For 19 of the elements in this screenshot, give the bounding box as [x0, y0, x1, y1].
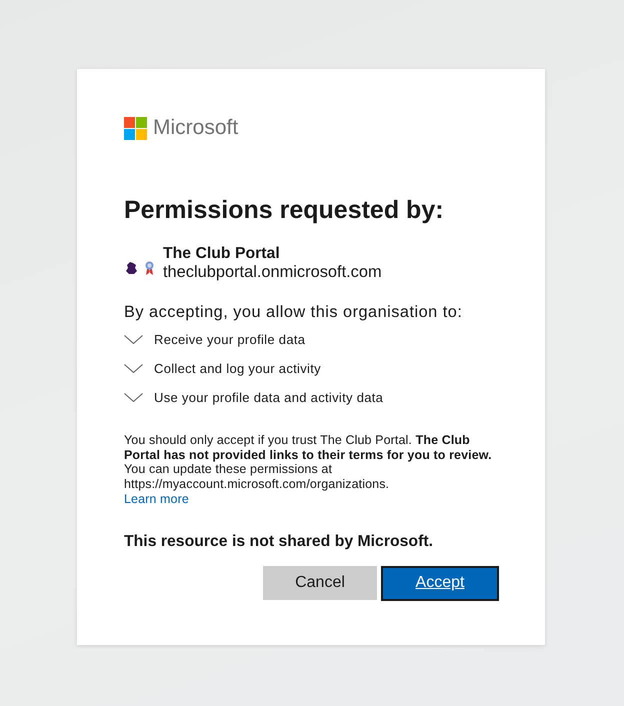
rosette-icon: [145, 261, 154, 275]
notice-text: You should only accept if you trust The Club Portal. The Club Portal has not provided links to their terms for you to review. You can update these permissions at https://myaccount.microsoft.com/organizations.: [124, 433, 493, 492]
disclaimer-text: This resource is not shared by Microsoft.: [124, 532, 434, 552]
permission-item: Receive your profile data: [154, 332, 306, 347]
chevron-down-icon: [124, 393, 143, 402]
learn-more-link[interactable]: Learn more: [124, 492, 189, 507]
brand-name: Microsoft: [153, 116, 238, 140]
cancel-button[interactable]: Cancel: [263, 566, 377, 600]
permission-item: Use your profile data and activity data: [154, 390, 384, 405]
permission-item: Collect and log your activity: [154, 361, 321, 376]
dialog-title: Permissions requested by:: [124, 195, 445, 225]
app-domain: theclubportal.onmicrosoft.com: [163, 263, 382, 282]
crest-icon: [126, 262, 137, 274]
chevron-down-icon: [124, 364, 143, 373]
four-squares-logo-icon: [124, 116, 147, 140]
accept-button[interactable]: Accept: [381, 566, 499, 601]
consent-intro: By accepting, you allow this organisation to:: [124, 302, 464, 322]
app-name: The Club Portal: [163, 244, 281, 263]
chevron-down-icon: [124, 335, 143, 344]
